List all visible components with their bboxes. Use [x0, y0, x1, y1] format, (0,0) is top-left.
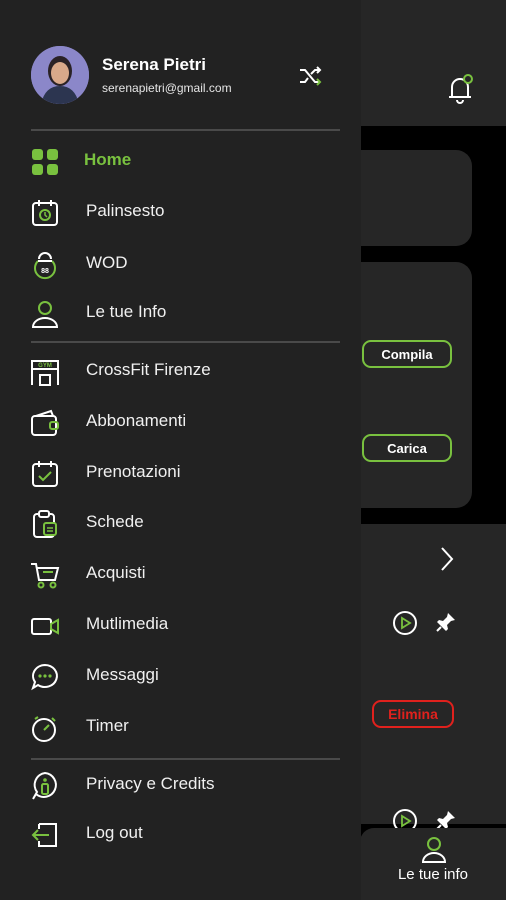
grid-icon: [32, 149, 58, 175]
navigation-drawer: Serena Pietri serenapietri@gmail.com Hom…: [0, 0, 361, 900]
menu-item-label: Home: [84, 150, 132, 169]
divider: [31, 341, 340, 343]
menu-item-messaggi[interactable]: Messaggi: [0, 655, 361, 699]
menu-item-le-tue-info[interactable]: Le tue Info: [0, 292, 361, 336]
chat-icon: [31, 663, 58, 691]
kettlebell-icon: 88: [34, 252, 56, 280]
switch-account-icon[interactable]: [298, 64, 324, 88]
calendar-icon: [32, 200, 58, 226]
elimina-button[interactable]: Elimina: [372, 700, 454, 728]
svg-text:88: 88: [41, 268, 49, 275]
cart-icon: [31, 563, 60, 589]
menu-item-palinsesto[interactable]: Palinsesto: [0, 191, 361, 235]
menu-item-abbonamenti[interactable]: Abbonamenti: [0, 401, 361, 445]
logout-icon: [31, 823, 57, 847]
video-camera-icon: [31, 618, 59, 635]
menu-item-crossfit-firenze[interactable]: GYM CrossFit Firenze: [0, 350, 361, 394]
bottom-tab-le-tue-info[interactable]: Le tue info: [360, 828, 506, 900]
menu-item-label: Privacy e Credits: [86, 774, 215, 793]
menu-item-logout[interactable]: Log out: [0, 813, 361, 857]
avatar[interactable]: [31, 46, 89, 104]
menu-item-prenotazioni[interactable]: Prenotazioni: [0, 452, 361, 496]
user-name: Serena Pietri: [102, 55, 206, 74]
divider: [31, 129, 340, 131]
avatar-photo: [31, 46, 89, 104]
info-icon: [32, 771, 57, 800]
user-icon: [421, 837, 447, 863]
divider: [31, 758, 340, 760]
play-circle-icon[interactable]: [392, 610, 418, 636]
chevron-right-icon[interactable]: [438, 546, 456, 572]
stopwatch-icon: [32, 716, 56, 742]
svg-text:GYM: GYM: [38, 363, 52, 369]
menu-item-label: Prenotazioni: [86, 462, 181, 481]
user-email: serenapietri@gmail.com: [102, 81, 232, 95]
clipboard-icon: [33, 510, 57, 538]
notification-bell-icon[interactable]: [446, 72, 476, 106]
menu-item-label: Le tue Info: [86, 302, 167, 321]
menu-item-home[interactable]: Home: [0, 140, 361, 184]
menu-item-timer[interactable]: Timer: [0, 706, 361, 750]
menu-item-label: Log out: [86, 823, 143, 842]
menu-item-label: CrossFit Firenze: [86, 360, 211, 379]
menu-item-schede[interactable]: Schede: [0, 502, 361, 546]
menu-item-label: WOD: [86, 253, 128, 272]
bottom-tab-label: Le tue info: [397, 866, 469, 883]
calendar-check-icon: [32, 461, 58, 487]
menu-item-multimedia[interactable]: Mutlimedia: [0, 604, 361, 648]
gym-icon: GYM: [31, 360, 59, 386]
menu-item-wod[interactable]: 88 WOD: [0, 243, 361, 287]
menu-item-label: Messaggi: [86, 665, 159, 684]
menu-item-label: Mutlimedia: [86, 614, 169, 633]
pin-icon[interactable]: [434, 610, 458, 634]
compila-button[interactable]: Compila: [362, 340, 452, 368]
menu-item-label: Schede: [86, 512, 144, 531]
menu-item-label: Acquisti: [86, 563, 146, 582]
menu-item-label: Timer: [86, 716, 129, 735]
menu-item-privacy-credits[interactable]: Privacy e Credits: [0, 764, 361, 808]
menu-item-label: Palinsesto: [86, 201, 165, 220]
wallet-icon: [31, 409, 59, 436]
menu-item-label: Abbonamenti: [86, 411, 187, 430]
user-icon: [31, 301, 59, 328]
menu-item-acquisti[interactable]: Acquisti: [0, 553, 361, 597]
carica-button[interactable]: Carica: [362, 434, 452, 462]
